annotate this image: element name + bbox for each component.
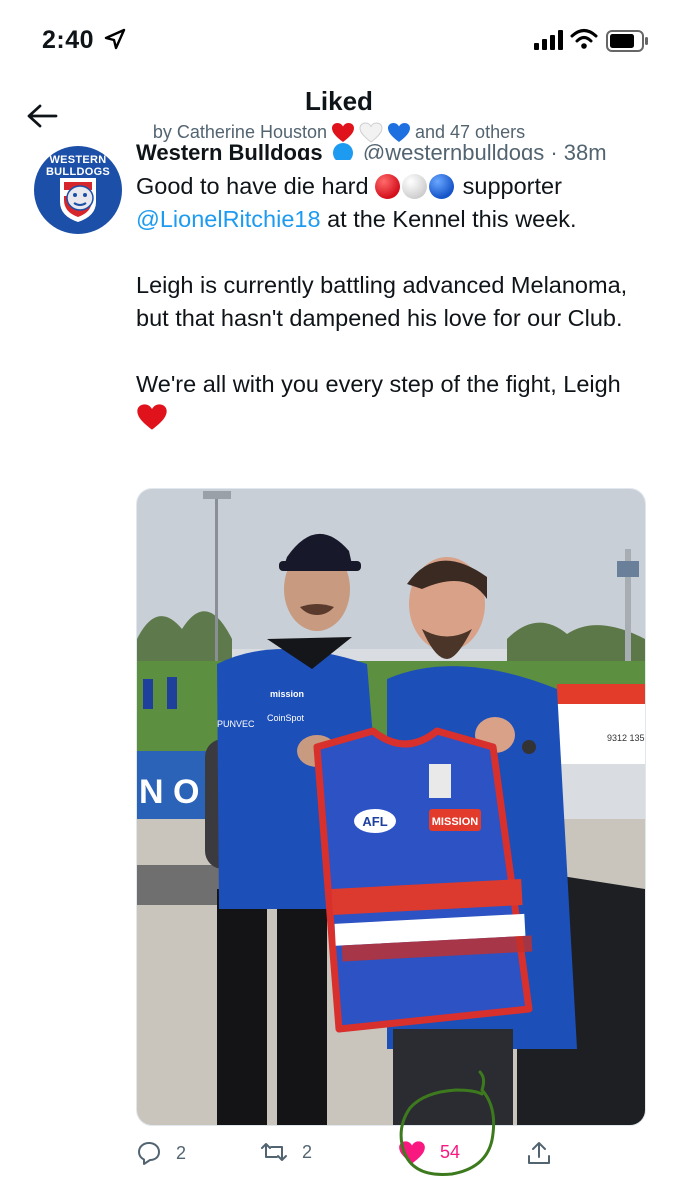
avatar[interactable]: WESTERN BULLDOGS bbox=[34, 146, 122, 234]
retweet-count: 2 bbox=[302, 1141, 313, 1162]
wifi-icon bbox=[570, 28, 598, 55]
reply-count: 2 bbox=[176, 1142, 187, 1163]
location-arrow-icon bbox=[104, 28, 126, 55]
status-time: 2:40 bbox=[42, 26, 95, 54]
status-bar: 2:40 bbox=[0, 0, 678, 80]
tweet-paragraph-2: Leigh is currently battling advanced Mel… bbox=[136, 272, 628, 331]
coach-sponsor-text: mission bbox=[270, 689, 304, 699]
white-circle-icon bbox=[402, 174, 428, 199]
blue-circle-icon bbox=[429, 174, 455, 199]
jersey-brand-text: AFL bbox=[362, 814, 387, 829]
mention-link[interactable]: @LionelRitchie18 bbox=[136, 206, 321, 232]
tweet-text: Good to have die hard supporter @LionelR… bbox=[136, 170, 646, 434]
retweet-button[interactable]: 2 bbox=[260, 1140, 312, 1164]
account-handle: @westernbulldogs bbox=[362, 140, 545, 160]
retweet-icon bbox=[261, 1143, 287, 1161]
red-circle-icon bbox=[375, 174, 401, 199]
tweet-paragraph-3: We're all with you every step of the fig… bbox=[136, 371, 621, 397]
reply-button[interactable]: 2 bbox=[136, 1140, 186, 1166]
sign-number: 9312 1356 bbox=[607, 733, 645, 743]
cap-sponsor-text: CoinSpot bbox=[267, 713, 305, 723]
cell-signal-icon bbox=[534, 30, 564, 55]
red-heart-icon bbox=[137, 404, 167, 430]
tweet-line2-suffix: at the Kennel this week. bbox=[320, 206, 577, 232]
account-name: Western Bulldogs bbox=[136, 140, 323, 160]
reply-icon bbox=[138, 1142, 160, 1165]
tweet-photo[interactable]: N O 9312 1356 CoinSpot PUNVEC mission bbox=[136, 488, 646, 1126]
battery-icon bbox=[606, 30, 650, 57]
tweet-line1-prefix: Good to have die hard bbox=[136, 173, 369, 199]
share-button[interactable] bbox=[526, 1140, 552, 1166]
page-title: Liked bbox=[305, 86, 373, 116]
fence-text: N O bbox=[139, 773, 199, 811]
share-icon bbox=[528, 1142, 550, 1164]
jersey-sponsor-text: MISSION bbox=[432, 816, 479, 828]
tweet-time: 38m bbox=[563, 140, 607, 160]
verified-badge-icon bbox=[332, 143, 353, 160]
bulldog-logo-icon bbox=[60, 178, 96, 222]
account-row[interactable]: Western Bulldogs @westernbulldogs · 38m bbox=[136, 140, 656, 160]
tweet-line1-suffix: supporter bbox=[462, 173, 562, 199]
sleeve-sponsor-text: PUNVEC bbox=[217, 719, 255, 729]
annotation-circle-marker bbox=[399, 1070, 496, 1177]
